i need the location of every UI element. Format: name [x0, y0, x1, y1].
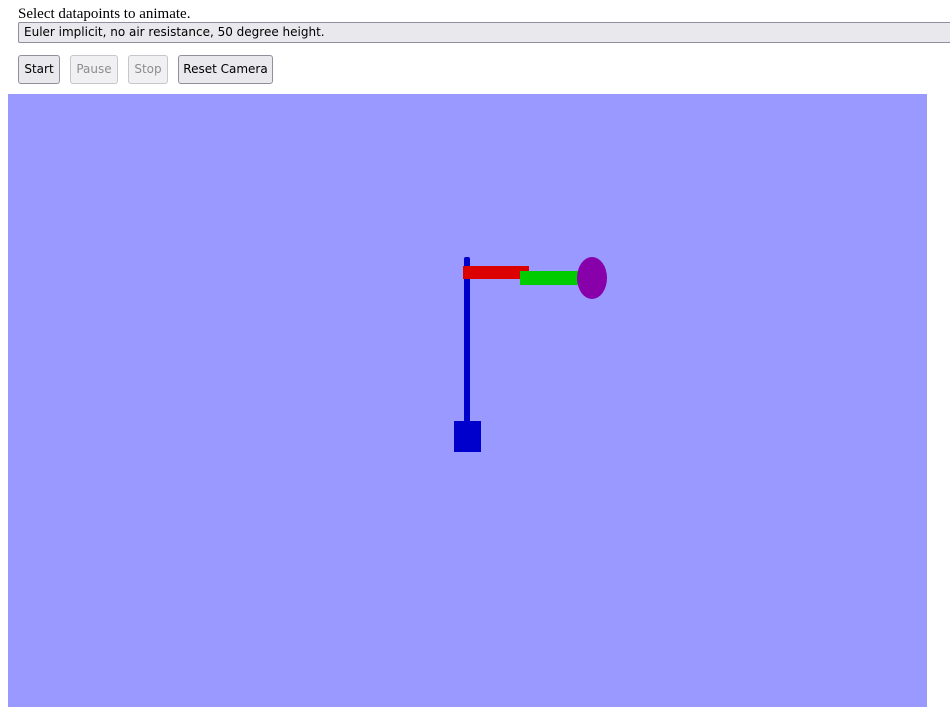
instruction-text: Select datapoints to animate.: [18, 6, 191, 22]
upper-arm: [463, 266, 529, 279]
support-pole: [464, 257, 470, 407]
start-button[interactable]: Start: [18, 55, 60, 84]
reset-camera-button[interactable]: Reset Camera: [178, 55, 273, 84]
stop-button[interactable]: Stop: [128, 55, 168, 84]
pendulum-bob: [577, 257, 607, 299]
3d-viewport[interactable]: [8, 94, 927, 707]
lower-arm: [520, 271, 578, 285]
pause-button[interactable]: Pause: [70, 55, 118, 84]
pendulum-scene: [454, 257, 607, 452]
dataset-select[interactable]: Euler implicit, no air resistance, 50 de…: [18, 22, 950, 43]
base-block: [454, 421, 481, 452]
